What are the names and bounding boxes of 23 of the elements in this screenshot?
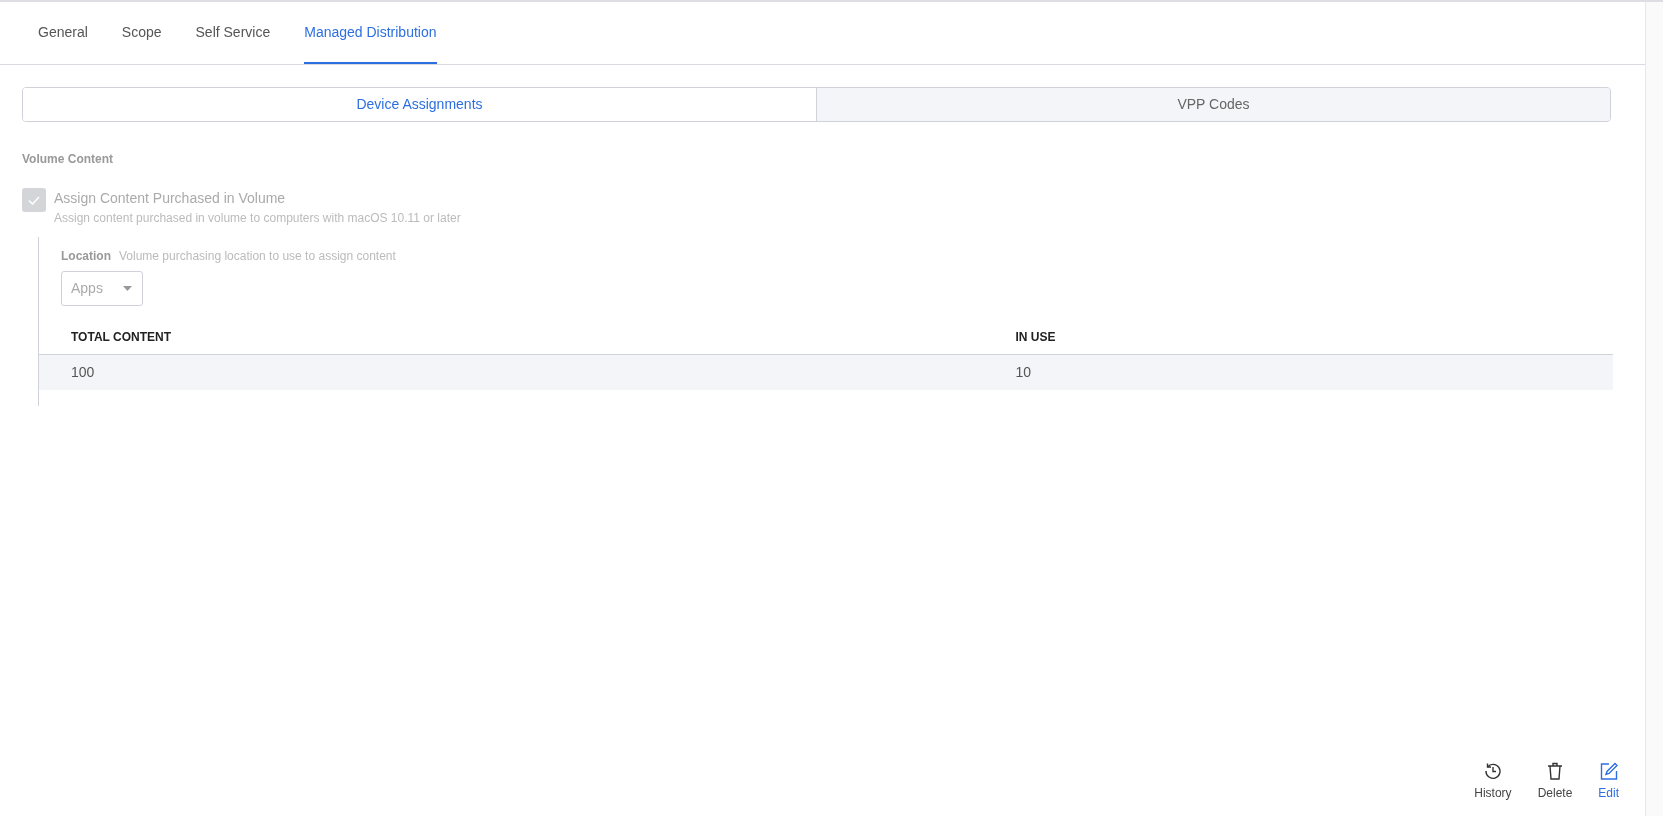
- history-icon: [1483, 762, 1502, 780]
- table-cell-text: 100: [70, 363, 96, 382]
- option-label: Assign Content Purchased in Volume: [54, 189, 287, 208]
- segment-tab[interactable]: VPP Codes: [816, 88, 1610, 121]
- trash-icon: [1546, 762, 1563, 780]
- tab[interactable]: Self Service: [195, 2, 271, 64]
- table-cell-text: 10: [1014, 363, 1032, 382]
- column-header: IN USE: [1014, 329, 1057, 346]
- edit-icon: [1599, 762, 1618, 780]
- caret-icon: [123, 286, 132, 291]
- tab[interactable]: Managed Distribution: [304, 2, 437, 64]
- option-description: Assign content purchased in volume to computers with macOS 10.11 or later: [54, 210, 461, 227]
- section-title: Volume Content: [22, 151, 115, 168]
- edit-button[interactable]: Edit: [1592, 762, 1625, 802]
- field-label: Location: [61, 248, 111, 265]
- delete-button[interactable]: Delete: [1531, 762, 1579, 802]
- tab[interactable]: General: [38, 2, 88, 64]
- field-hint: Volume purchasing location to use to assign content: [119, 248, 396, 265]
- history-button[interactable]: History: [1468, 762, 1518, 802]
- column-header: TOTAL CONTENT: [70, 329, 172, 346]
- scrollbar[interactable]: [1645, 2, 1663, 816]
- tab[interactable]: Scope: [121, 2, 162, 64]
- check-icon: [28, 195, 40, 205]
